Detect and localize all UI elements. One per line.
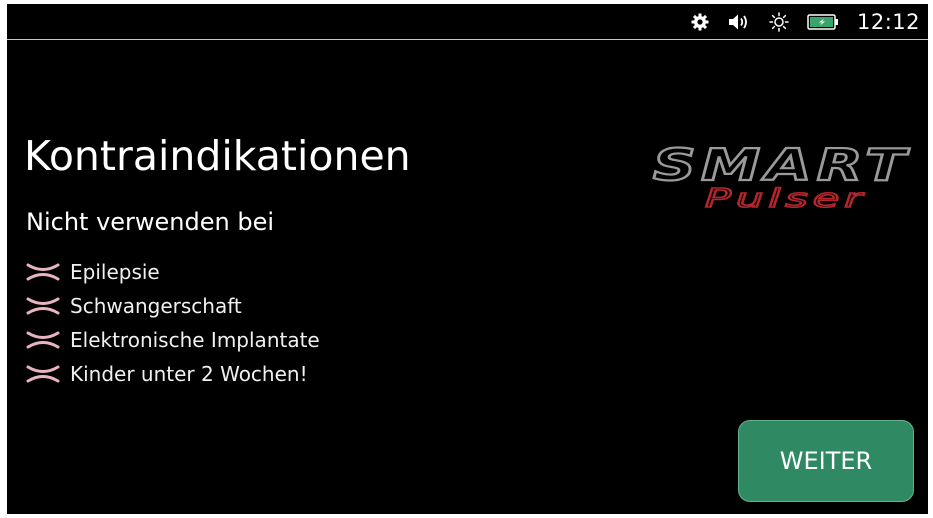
- status-bar: 12:12: [7, 4, 928, 40]
- page-title: Kontraindikationen: [24, 132, 411, 180]
- weiter-button[interactable]: WEITER: [738, 420, 914, 502]
- list-item: Schwangerschaft: [26, 289, 320, 323]
- list-item-label: Schwangerschaft: [70, 294, 242, 318]
- cross-mark-icon: [26, 296, 60, 316]
- contraindication-list: Epilepsie Schwangerschaft Elektronische …: [26, 255, 320, 391]
- page-subtitle: Nicht verwenden bei: [26, 208, 275, 236]
- list-item: Kinder unter 2 Wochen!: [26, 357, 320, 391]
- list-item: Epilepsie: [26, 255, 320, 289]
- settings-gear-icon[interactable]: [691, 13, 709, 31]
- logo-line2: Pulser: [705, 184, 867, 212]
- speaker-volume-icon[interactable]: [727, 13, 751, 31]
- cross-mark-icon: [26, 262, 60, 282]
- status-clock: 12:12: [856, 10, 920, 34]
- list-item-label: Kinder unter 2 Wochen!: [70, 362, 308, 386]
- battery-charging-icon: [807, 13, 839, 31]
- smart-pulser-logo: SMART Pulser: [652, 140, 908, 212]
- list-item: Elektronische Implantate: [26, 323, 320, 357]
- list-item-label: Epilepsie: [70, 260, 160, 284]
- cross-mark-icon: [26, 330, 60, 350]
- cross-mark-icon: [26, 364, 60, 384]
- status-icons: 12:12: [691, 4, 920, 40]
- brightness-sun-icon[interactable]: [769, 12, 789, 32]
- list-item-label: Elektronische Implantate: [70, 328, 320, 352]
- device-screen: 12:12 Kontraindikationen Nicht verwenden…: [7, 4, 928, 514]
